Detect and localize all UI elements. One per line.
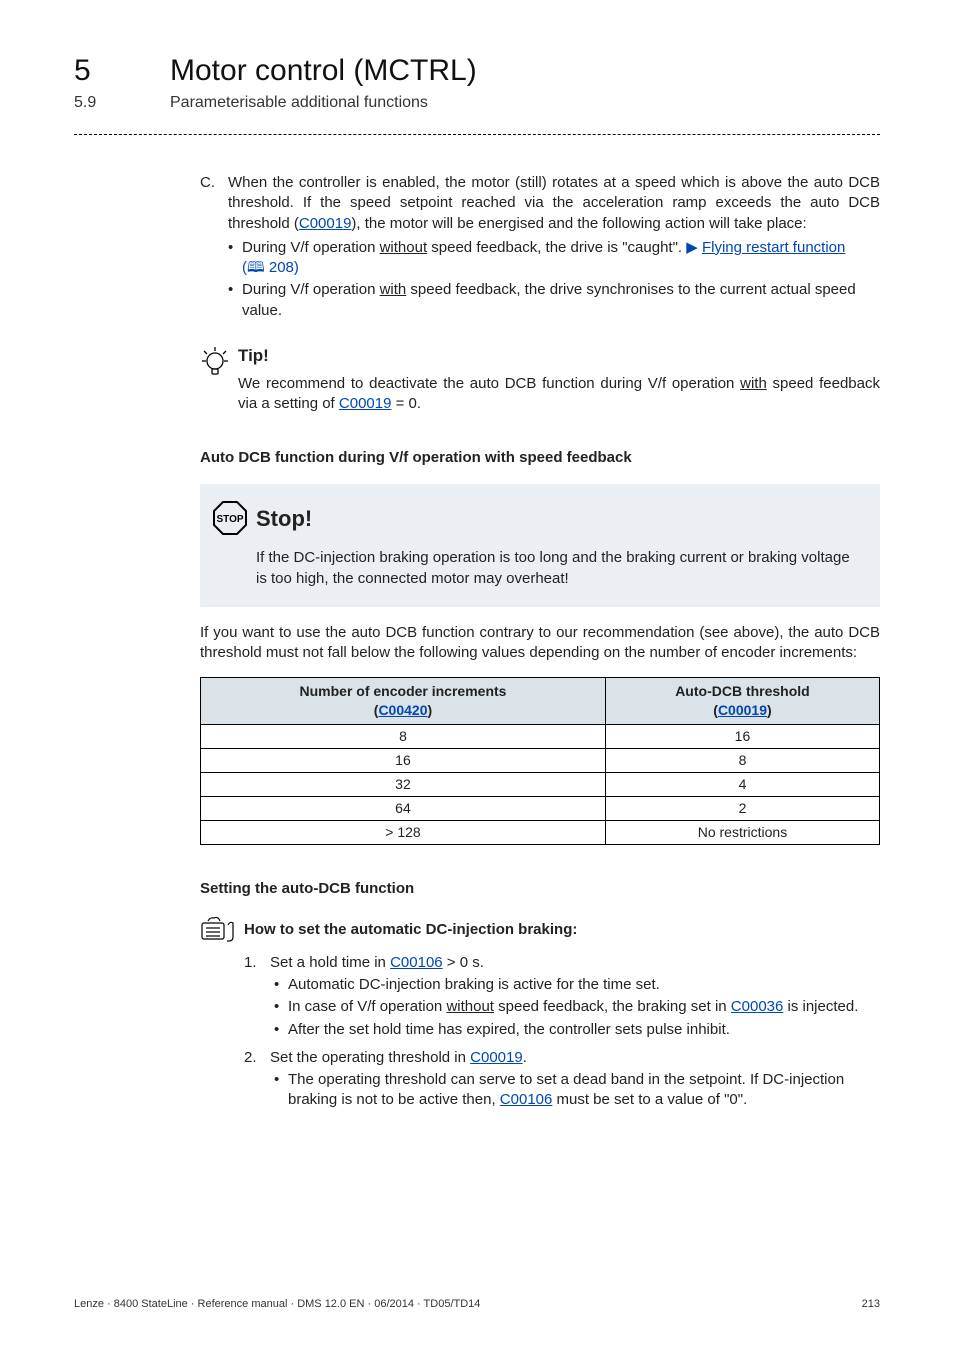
bullet-dot: •: [228, 238, 242, 279]
sub-bullet-2: • During V/f operation with speed feedba…: [228, 280, 880, 321]
chapter-header: 5 Motor control (MCTRL): [74, 54, 880, 88]
link-c00019[interactable]: C00019: [470, 1049, 523, 1066]
bullet-dot: •: [274, 1020, 288, 1040]
text-underline: without: [380, 239, 428, 256]
text-underline: with: [380, 281, 407, 298]
text: We recommend to deactivate the auto DCB …: [238, 375, 740, 392]
link-c00019[interactable]: C00019: [339, 395, 392, 412]
text: After the set hold time has expired, the…: [288, 1020, 730, 1040]
cell: 16: [605, 725, 879, 749]
howto-row: How to set the automatic DC-injection br…: [200, 915, 880, 945]
text: Automatic DC-injection braking is active…: [288, 975, 660, 995]
bullet-body: In case of V/f operation without speed f…: [288, 997, 858, 1017]
link-c00106[interactable]: C00106: [390, 954, 443, 971]
bullet-body: The operating threshold can serve to set…: [288, 1070, 880, 1111]
text: ), the motor will be energised and the f…: [351, 215, 806, 232]
cell: 2: [605, 796, 879, 820]
bullet-dot: •: [228, 280, 242, 321]
table-row: 168: [201, 749, 880, 773]
text-underline: with: [740, 375, 767, 392]
link-arrow-icon: ▶: [686, 239, 702, 256]
page-footer: Lenze · 8400 StateLine · Reference manua…: [74, 1298, 880, 1310]
table-row: 642: [201, 796, 880, 820]
bullet-body: During V/f operation with speed feedback…: [242, 280, 880, 321]
cell: > 128: [201, 820, 606, 844]
bullet-body: During V/f operation without speed feedb…: [242, 238, 845, 279]
section-number: 5.9: [74, 94, 170, 112]
tip-block: Tip! We recommend to deactivate the auto…: [200, 345, 880, 414]
link-c00106[interactable]: C00106: [500, 1091, 553, 1108]
table-row: > 128No restrictions: [201, 820, 880, 844]
bullet-dot: •: [274, 1070, 288, 1111]
table-header-increments: Number of encoder increments (C00420): [201, 678, 606, 725]
encoder-table: Number of encoder increments (C00420) Au…: [200, 677, 880, 844]
chapter-title: Motor control (MCTRL): [170, 54, 477, 88]
chapter-number: 5: [74, 54, 170, 88]
link-c00420[interactable]: C00420: [378, 702, 427, 718]
step-sub: •After the set hold time has expired, th…: [274, 1020, 880, 1040]
link-c00036[interactable]: C00036: [731, 998, 784, 1015]
page-ref[interactable]: (🕮 208): [242, 259, 299, 276]
cell: 64: [201, 796, 606, 820]
table-header-threshold: Auto-DCB threshold (C00019): [605, 678, 879, 725]
cell: No restrictions: [605, 820, 879, 844]
step-sub: •Automatic DC-injection braking is activ…: [274, 975, 880, 995]
heading-setting-auto-dcb: Setting the auto-DCB function: [200, 879, 880, 899]
text: > 0 s.: [443, 954, 484, 971]
table-row: 324: [201, 773, 880, 797]
text: During V/f operation: [242, 239, 380, 256]
cell: 16: [201, 749, 606, 773]
text: In case of V/f operation: [288, 998, 446, 1015]
text: speed feedback, the braking set in: [494, 998, 731, 1015]
list-item-c: C. When the controller is enabled, the m…: [200, 173, 880, 234]
list-marker: C.: [200, 173, 228, 234]
stop-callout: STOP Stop! If the DC-injection braking o…: [200, 484, 880, 607]
link-flying-restart[interactable]: Flying restart function: [702, 239, 845, 256]
tip-label: Tip!: [238, 345, 880, 368]
footer-left: Lenze · 8400 StateLine · Reference manua…: [74, 1298, 480, 1310]
step-2: Set the operating threshold in C00019. •…: [244, 1048, 880, 1111]
text: = 0.: [391, 395, 421, 412]
footer-page-number: 213: [862, 1298, 880, 1310]
text: Set the operating threshold in: [270, 1049, 470, 1066]
cell: 4: [605, 773, 879, 797]
text: speed feedback, the drive is "caught".: [427, 239, 686, 256]
text: Set a hold time in: [270, 954, 390, 971]
text: .: [523, 1049, 527, 1066]
heading-auto-dcb-feedback: Auto DCB function during V/f operation w…: [200, 448, 880, 468]
text: must be set to a value of "0".: [552, 1091, 747, 1108]
text: During V/f operation: [242, 281, 380, 298]
text: is injected.: [783, 998, 858, 1015]
stop-text: If the DC-injection braking operation is…: [256, 548, 860, 589]
lightbulb-icon: [200, 345, 238, 379]
cell: 8: [201, 725, 606, 749]
divider: [74, 134, 880, 135]
list-body: When the controller is enabled, the moto…: [228, 173, 880, 234]
paragraph: If you want to use the auto DCB function…: [200, 623, 880, 664]
svg-text:STOP: STOP: [216, 514, 243, 525]
bullet-dot: •: [274, 997, 288, 1017]
steps-list: Set a hold time in C00106 > 0 s. •Automa…: [244, 953, 880, 1111]
cell: 8: [605, 749, 879, 773]
bullet-dot: •: [274, 975, 288, 995]
section-title: Parameterisable additional functions: [170, 94, 428, 112]
tip-text: We recommend to deactivate the auto DCB …: [238, 374, 880, 415]
step-sub: •The operating threshold can serve to se…: [274, 1070, 880, 1111]
step-1: Set a hold time in C00106 > 0 s. •Automa…: [244, 953, 880, 1040]
howto-label: How to set the automatic DC-injection br…: [244, 920, 577, 940]
link-c00019[interactable]: C00019: [718, 702, 767, 718]
stop-label: Stop!: [256, 504, 312, 534]
table-row: 816: [201, 725, 880, 749]
keypad-hand-icon: [200, 915, 244, 945]
section-header: 5.9 Parameterisable additional functions: [74, 94, 880, 112]
th-label: Number of encoder increments: [209, 682, 597, 701]
cell: 32: [201, 773, 606, 797]
stop-sign-icon: STOP: [212, 500, 252, 536]
text-underline: without: [446, 998, 494, 1015]
sub-bullet-1: • During V/f operation without speed fee…: [228, 238, 880, 279]
th-label: Auto-DCB threshold: [614, 682, 871, 701]
link-c00019[interactable]: C00019: [299, 215, 352, 232]
step-sub: •In case of V/f operation without speed …: [274, 997, 880, 1017]
